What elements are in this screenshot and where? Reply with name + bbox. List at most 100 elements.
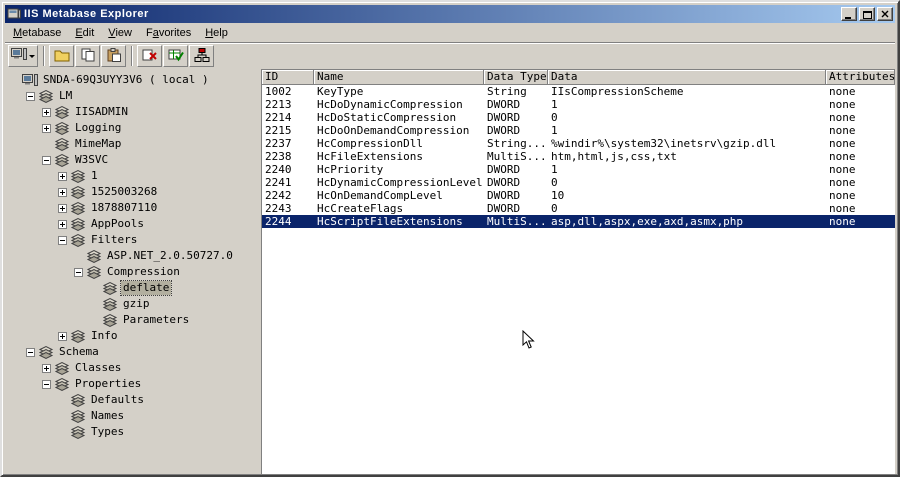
table-row-2244[interactable]: 2244 HcScriptFileExtensions MultiS... asp,d… bbox=[262, 215, 895, 228]
tree-item-iisadmin[interactable]: IISADMIN bbox=[5, 104, 258, 120]
menu-metabase[interactable]: Metabase bbox=[6, 25, 68, 41]
copy-button[interactable] bbox=[75, 45, 100, 67]
tree-item-w3svc[interactable]: W3SVC bbox=[5, 152, 258, 168]
metabase-node-icon bbox=[102, 281, 118, 296]
menu-favorites[interactable]: Favorites bbox=[139, 25, 198, 41]
tree-item-gzip[interactable]: gzip bbox=[5, 296, 258, 312]
cell-data: htm,html,js,css,txt bbox=[551, 150, 677, 163]
open-button[interactable] bbox=[49, 45, 74, 67]
collapse-toggle-icon[interactable] bbox=[42, 379, 51, 389]
column-header-name[interactable]: Name bbox=[314, 70, 484, 85]
restore-button[interactable] bbox=[859, 7, 875, 21]
metabase-node-icon bbox=[70, 185, 86, 200]
expand-toggle-icon[interactable] bbox=[58, 219, 67, 229]
tree-item-names[interactable]: Names bbox=[5, 408, 258, 424]
tree-item-1525003268[interactable]: 1525003268 bbox=[5, 184, 258, 200]
tree-item-parameters[interactable]: Parameters bbox=[5, 312, 258, 328]
export-button[interactable] bbox=[163, 45, 188, 67]
tree-item-label: Schema bbox=[59, 345, 99, 358]
column-header-data[interactable]: Data bbox=[548, 70, 826, 85]
folder-icon bbox=[54, 47, 70, 66]
tree-item-properties[interactable]: Properties bbox=[5, 376, 258, 392]
toolbar-separator bbox=[131, 46, 133, 66]
menu-view[interactable]: View bbox=[101, 25, 139, 41]
cell-data: 0 bbox=[551, 176, 558, 189]
tree-item-label: 1525003268 bbox=[91, 185, 158, 198]
menu-help[interactable]: Help bbox=[198, 25, 235, 41]
tree-item-label: SNDA-69Q3UYY3V6 ( local ) bbox=[43, 73, 209, 86]
tree-item-label: Parameters bbox=[123, 313, 190, 326]
table-row-2215[interactable]: 2215 HcDoOnDemandCompression DWORD 1 none bbox=[262, 124, 895, 137]
cell-data: 1 bbox=[551, 163, 558, 176]
tree-item-defaults[interactable]: Defaults bbox=[5, 392, 258, 408]
expand-toggle-icon[interactable] bbox=[58, 171, 67, 181]
tree-item-filters[interactable]: Filters bbox=[5, 232, 258, 248]
expand-toggle-icon[interactable] bbox=[42, 123, 51, 133]
tree-item-label: Filters bbox=[91, 233, 138, 246]
tree-item-apppools[interactable]: AppPools bbox=[5, 216, 258, 232]
tree-item-compression[interactable]: Compression bbox=[5, 264, 258, 280]
metabase-node-icon bbox=[102, 297, 118, 312]
metabase-node-icon bbox=[70, 409, 86, 424]
expand-toggle-icon[interactable] bbox=[58, 187, 67, 197]
network-button[interactable] bbox=[189, 45, 214, 67]
expand-toggle-icon[interactable] bbox=[58, 203, 67, 213]
expand-toggle-icon[interactable] bbox=[42, 363, 51, 373]
cell-attributes: none bbox=[829, 163, 856, 176]
cell-data: 1 bbox=[551, 124, 558, 137]
tree-item-label: MimeMap bbox=[75, 137, 122, 150]
tree-item-logging[interactable]: Logging bbox=[5, 120, 258, 136]
table-row-2241[interactable]: 2241 HcDynamicCompressionLevel DWORD 0 none bbox=[262, 176, 895, 189]
cell-id: 1002 bbox=[265, 85, 292, 98]
cell-name: HcCompressionDll bbox=[317, 137, 423, 150]
table-body: 1002 KeyType String IIsCompressionScheme non… bbox=[262, 85, 895, 228]
column-header-attributes[interactable]: Attributes bbox=[826, 70, 895, 85]
minimize-button[interactable] bbox=[841, 7, 857, 21]
tree-item-mimemap[interactable]: MimeMap bbox=[5, 136, 258, 152]
collapse-toggle-icon[interactable] bbox=[42, 155, 51, 165]
cell-id: 2215 bbox=[265, 124, 292, 137]
expand-toggle-icon[interactable] bbox=[42, 107, 51, 117]
tree-item-info[interactable]: Info bbox=[5, 328, 258, 344]
cell-data: 0 bbox=[551, 111, 558, 124]
cell-data: %windir%\system32\inetsrv\gzip.dll bbox=[551, 137, 777, 150]
table-row-1002[interactable]: 1002 KeyType String IIsCompressionScheme non… bbox=[262, 85, 895, 98]
tree-item-lm[interactable]: LM bbox=[5, 88, 258, 104]
dropdown-arrow-icon[interactable] bbox=[29, 54, 35, 58]
metabase-node-icon bbox=[54, 153, 70, 168]
tree-item-schema[interactable]: Schema bbox=[5, 344, 258, 360]
table-row-2243[interactable]: 2243 HcCreateFlags DWORD 0 none bbox=[262, 202, 895, 215]
window-title: IIS Metabase Explorer bbox=[24, 8, 149, 20]
table-row-2237[interactable]: 2237 HcCompressionDll String... %windir%\sy… bbox=[262, 137, 895, 150]
connect-button[interactable] bbox=[8, 45, 38, 67]
tree-item-types[interactable]: Types bbox=[5, 424, 258, 440]
title-buttons bbox=[839, 7, 893, 21]
expand-toggle-icon[interactable] bbox=[58, 331, 67, 341]
metabase-node-icon bbox=[70, 233, 86, 248]
metabase-node-icon bbox=[38, 89, 54, 104]
tree-item-1[interactable]: 1 bbox=[5, 168, 258, 184]
table-row-2213[interactable]: 2213 HcDoDynamicCompression DWORD 1 none bbox=[262, 98, 895, 111]
tree-item-deflate[interactable]: deflate bbox=[5, 280, 258, 296]
column-header-id[interactable]: ID bbox=[262, 70, 314, 85]
collapse-toggle-icon[interactable] bbox=[26, 91, 35, 101]
tree-item-classes[interactable]: Classes bbox=[5, 360, 258, 376]
tree-item-label: Properties bbox=[75, 377, 142, 390]
table-row-2214[interactable]: 2214 HcDoStaticCompression DWORD 0 none bbox=[262, 111, 895, 124]
tree-item-asp-net-2-0-50727-0[interactable]: ASP.NET_2.0.50727.0 bbox=[5, 248, 258, 264]
collapse-toggle-icon[interactable] bbox=[26, 347, 35, 357]
cell-type: DWORD bbox=[487, 189, 521, 202]
table-row-2238[interactable]: 2238 HcFileExtensions MultiS... htm,html,js… bbox=[262, 150, 895, 163]
menu-edit[interactable]: Edit bbox=[68, 25, 101, 41]
paste-button[interactable] bbox=[101, 45, 126, 67]
table-row-2240[interactable]: 2240 HcPriority DWORD 1 none bbox=[262, 163, 895, 176]
close-button[interactable] bbox=[877, 7, 893, 21]
column-header-data-type[interactable]: Data Type bbox=[484, 70, 548, 85]
collapse-toggle-icon[interactable] bbox=[74, 267, 83, 277]
tree-item-snda-69q3uyy3v6-local[interactable]: SNDA-69Q3UYY3V6 ( local ) bbox=[5, 72, 258, 88]
collapse-toggle-icon[interactable] bbox=[58, 235, 67, 245]
tree-item-1878807110[interactable]: 1878807110 bbox=[5, 200, 258, 216]
delete-button[interactable] bbox=[137, 45, 162, 67]
table-row-2242[interactable]: 2242 HcOnDemandCompLevel DWORD 10 none bbox=[262, 189, 895, 202]
metabase-tree: SNDA-69Q3UYY3V6 ( local ) LM IISADMIN Loggi… bbox=[5, 69, 258, 474]
